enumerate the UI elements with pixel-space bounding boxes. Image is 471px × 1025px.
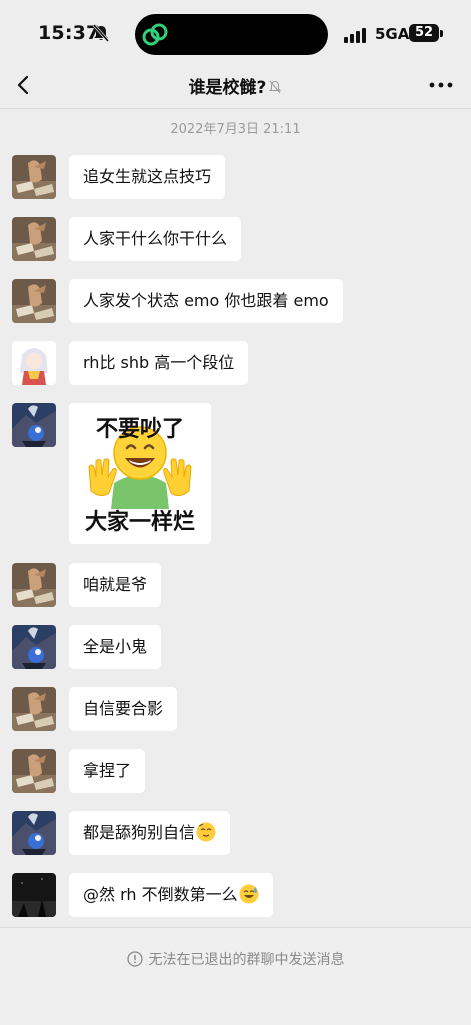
message-bubble[interactable]: rh比 shb 高一个段位 xyxy=(69,341,249,385)
chat-title: 谁是校雠? xyxy=(188,78,267,98)
left-group-notice: 无法在已退出的群聊中发送消息 xyxy=(0,949,471,969)
chat-title-wrap: 谁是校雠? xyxy=(0,73,471,98)
cellular-signal-icon xyxy=(344,28,366,43)
message-bubble[interactable]: 拿捏了 xyxy=(69,749,146,793)
message-bubble[interactable]: 人家发个状态 emo 你也跟着 emo xyxy=(69,279,343,323)
user-avatar[interactable] xyxy=(12,811,56,855)
link-rings-icon xyxy=(142,23,168,46)
user-avatar[interactable] xyxy=(12,687,56,731)
user-avatar[interactable] xyxy=(12,563,56,607)
mute-bell-icon xyxy=(269,80,282,94)
more-options-icon[interactable] xyxy=(428,80,454,90)
message-bubble[interactable]: 追女生就这点技巧 xyxy=(69,155,226,199)
info-circle-icon xyxy=(126,951,143,967)
status-bar: 15:37 5GA 52 xyxy=(0,0,471,62)
message-bubble[interactable]: 人家干什么你干什么 xyxy=(69,217,242,261)
user-avatar[interactable] xyxy=(12,341,56,385)
message-bubble[interactable]: 自信要合影 xyxy=(69,687,178,731)
message-bubble[interactable]: 咱就是爷 xyxy=(69,563,162,607)
sticker-top-text: 不要吵了 xyxy=(95,417,184,442)
battery-indicator: 52 xyxy=(409,24,439,42)
notice-text: 无法在已退出的群聊中发送消息 xyxy=(148,952,345,968)
message-text: 都是舔狗别自信 xyxy=(83,823,196,842)
battery-tip xyxy=(440,30,443,37)
user-avatar[interactable] xyxy=(12,217,56,261)
message-bubble[interactable]: 都是舔狗别自信 xyxy=(69,811,231,855)
bell-slash-icon xyxy=(92,24,110,42)
user-avatar[interactable] xyxy=(12,625,56,669)
status-time: 15:37 xyxy=(38,22,100,44)
user-avatar[interactable] xyxy=(12,873,56,917)
sticker-message[interactable]: 不要吵了 大家一样烂 xyxy=(69,403,211,544)
relieved-face-icon xyxy=(196,822,217,842)
message-bubble[interactable]: @然 rh 不倒数第一么 xyxy=(69,873,273,917)
user-avatar[interactable] xyxy=(12,279,56,323)
user-avatar[interactable] xyxy=(12,155,56,199)
network-type: 5GA xyxy=(375,25,410,43)
user-avatar[interactable] xyxy=(12,403,56,447)
user-avatar[interactable] xyxy=(12,749,56,793)
chat-header: 谁是校雠? xyxy=(0,62,471,109)
sticker-bottom-text: 大家一样烂 xyxy=(84,510,195,535)
message-timestamp: 2022年7月3日 21:11 xyxy=(170,122,301,137)
message-text: @然 rh 不倒数第一么 xyxy=(83,885,238,904)
chat-footer: 无法在已退出的群聊中发送消息 xyxy=(0,927,471,1025)
grinning-sweat-face-icon xyxy=(238,884,259,904)
message-bubble[interactable]: 全是小鬼 xyxy=(69,625,162,669)
